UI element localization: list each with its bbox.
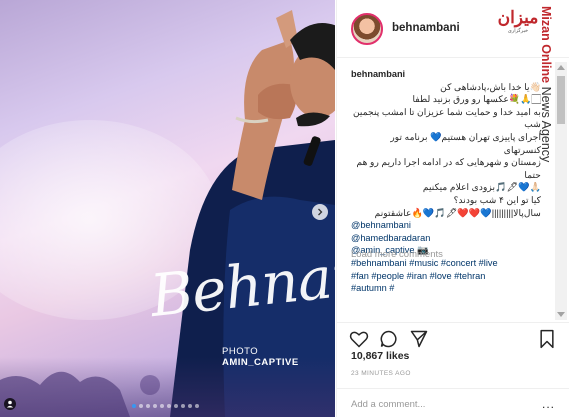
username-link[interactable]: behnambani [392, 22, 460, 34]
hashtag-line[interactable]: #autumn # [351, 282, 541, 295]
post-time[interactable]: 23 MINUTES AGO [351, 370, 411, 377]
chevron-right-icon [318, 208, 323, 216]
carousel-dot [153, 404, 157, 408]
caption-line: سال‌پالا|||||||||💙❤️❤️🖋🎵💙🔥عاشقتونم [374, 207, 541, 218]
tag-people-icon[interactable] [4, 398, 16, 410]
carousel-dot [195, 404, 199, 408]
scroll-up-arrow[interactable] [557, 65, 565, 70]
bookmark-icon[interactable] [537, 329, 557, 349]
scroll-down-arrow[interactable] [557, 312, 565, 317]
carousel-dot [139, 404, 143, 408]
more-options-icon[interactable]: ... [542, 397, 555, 411]
caption-line: زمستان و شهرهایی که در ادامه اجرا داریم … [356, 157, 541, 180]
post-sidebar: behnambani میزان خبرگزاری Mizan Online N… [336, 0, 569, 417]
watermark-red: Mizan Online [539, 6, 553, 84]
mention-link[interactable]: @behnambani [351, 219, 541, 232]
carousel-dots [132, 404, 199, 408]
instagram-post: Behnam PHOTO AMIN_CAPTIVE behnambani میز… [0, 0, 569, 417]
post-photo[interactable]: Behnam PHOTO AMIN_CAPTIVE [0, 0, 335, 417]
caption-area: behnambani 👋🏻یا خدا باش،پادشاهی کن 🏻🙏💐عکس… [351, 68, 541, 293]
mizan-logo-text: میزان [497, 8, 539, 28]
mizan-logo-tag: خبرگزاری [507, 28, 529, 34]
caption-line: 👋🏻یا خدا باش،پادشاهی کن [440, 81, 541, 92]
scroll-thumb[interactable] [557, 76, 565, 124]
hashtags-list: #behnambani #music #concert #live #fan #p… [351, 257, 541, 295]
mention-link[interactable]: @hamedbaradaran [351, 232, 541, 245]
hashtag-line[interactable]: #fan #people #iran #love #tehran [351, 270, 541, 283]
heart-icon[interactable] [349, 329, 369, 349]
carousel-dot [181, 404, 185, 408]
carousel-dot [146, 404, 150, 408]
caption-line: کیا تو این ۴ شب بودند؟ [453, 194, 541, 205]
photo-credit-name: AMIN_CAPTIVE [222, 357, 299, 368]
next-photo-button[interactable] [312, 204, 328, 220]
carousel-dot [160, 404, 164, 408]
carousel-dot [167, 404, 171, 408]
watermark-grey: News Agency [539, 83, 553, 163]
action-bar [337, 322, 569, 352]
load-more-comments-link[interactable]: Load more comments [351, 249, 443, 260]
comment-bar: ... [337, 388, 569, 417]
likes-count[interactable]: 10,867 likes [351, 350, 409, 362]
avatar[interactable] [351, 13, 383, 45]
post-header: behnambani میزان خبرگزاری [337, 0, 569, 58]
mizan-logo: میزان خبرگزاری [497, 4, 539, 46]
share-icon[interactable] [409, 329, 429, 349]
carousel-dot [174, 404, 178, 408]
caption-username[interactable]: behnambani [351, 68, 541, 81]
carousel-dot [188, 404, 192, 408]
caption-line: اجرای پاییزی تهران هستیم💙 برنامه تور کنس… [390, 131, 541, 155]
comment-input[interactable] [351, 397, 551, 411]
caption-line: به امید خدا و حمایت شما عزیزان تا امشب پ… [352, 106, 541, 130]
carousel-dot [132, 404, 136, 408]
comment-icon[interactable] [379, 329, 399, 349]
photo-credit: PHOTO AMIN_CAPTIVE [222, 346, 335, 368]
caption-line: 🏻🙏💐عکسها رو ورق بزنید لطفا [412, 94, 542, 105]
caption-line: 🙏🏻💙🖋🎵بزودی اعلام میکنیم [422, 182, 541, 193]
caption-text: 👋🏻یا خدا باش،پادشاهی کن 🏻🙏💐عکسها رو ورق ب… [351, 81, 541, 220]
comments-scrollbar[interactable] [555, 62, 567, 320]
photo-credit-prefix: PHOTO [222, 346, 259, 357]
